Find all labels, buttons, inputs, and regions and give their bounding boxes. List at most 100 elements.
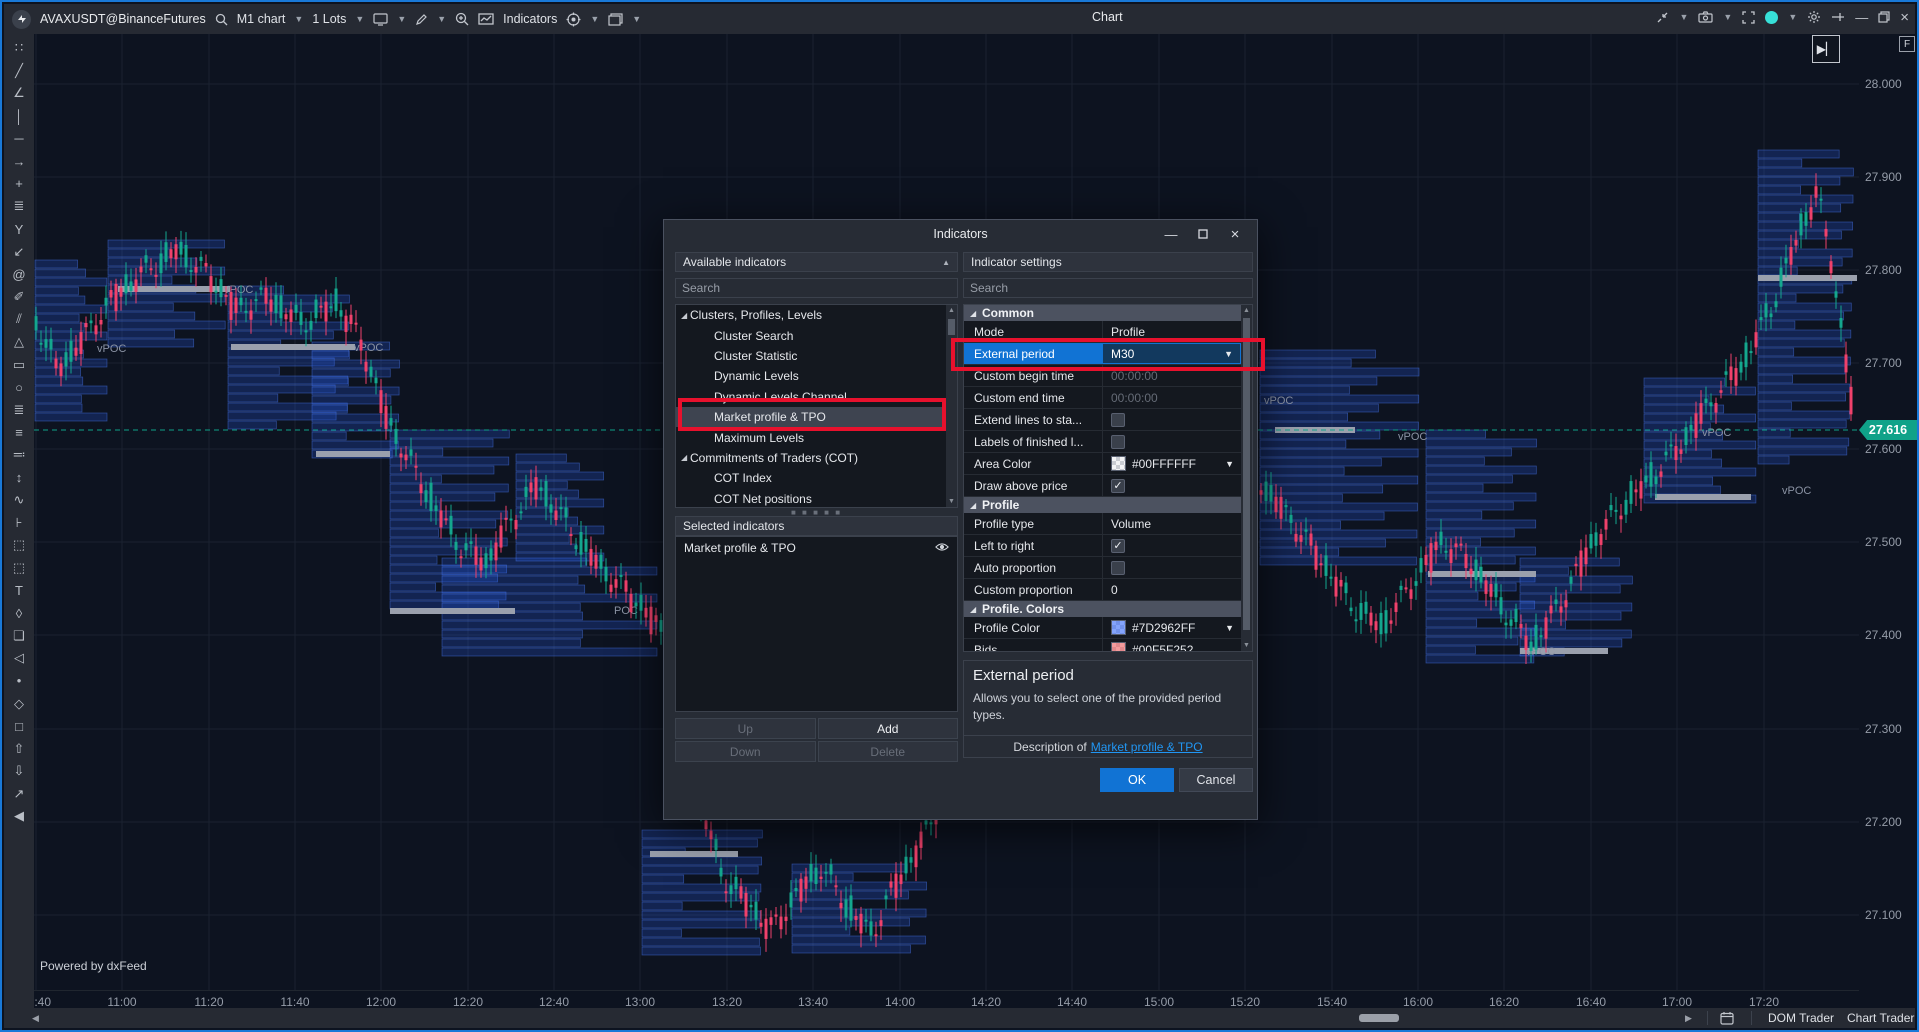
- templates-icon[interactable]: [373, 13, 388, 26]
- candle-updown-icon[interactable]: ↕: [6, 466, 32, 489]
- add-button[interactable]: Add: [818, 718, 959, 739]
- drawing-caret-icon[interactable]: ▼: [437, 14, 446, 24]
- tree-item-cot-index[interactable]: COT Index: [676, 468, 957, 488]
- close-window-icon[interactable]: ×: [1900, 9, 1909, 26]
- section-expander-icon[interactable]: ◢: [970, 309, 976, 318]
- collapse-toolbar-icon[interactable]: ◀: [6, 805, 32, 828]
- horizontal-line-icon[interactable]: ─: [6, 127, 32, 150]
- camera-icon[interactable]: [1698, 11, 1713, 23]
- tree-item-cluster-search[interactable]: Cluster Search: [676, 325, 957, 345]
- calendar-icon[interactable]: [1720, 1008, 1734, 1028]
- dom-trader-button[interactable]: DOM Trader: [1768, 1008, 1834, 1028]
- tree-expander-icon[interactable]: ◢: [681, 453, 687, 462]
- tree-item-maximum-levels[interactable]: Maximum Levels: [676, 427, 957, 447]
- setting-row-profile-type[interactable]: Profile typeVolume: [964, 513, 1241, 535]
- chart-trader-button[interactable]: Chart Trader: [1847, 1008, 1914, 1028]
- setting-value[interactable]: [1102, 557, 1241, 578]
- timeframe-selector[interactable]: M1 chart: [237, 12, 286, 26]
- symbol-selector[interactable]: AVAXUSDT@BinanceFutures: [40, 12, 206, 26]
- arrow-up-marker-icon[interactable]: ⇧: [6, 737, 32, 760]
- tree-expander-icon[interactable]: ◢: [681, 311, 687, 320]
- indicator-description-link[interactable]: Market profile & TPO: [1091, 740, 1203, 754]
- setting-row-left-to-right[interactable]: Left to right✓: [964, 535, 1241, 557]
- target-caret-icon[interactable]: ▼: [590, 14, 599, 24]
- panels-icon[interactable]: [608, 13, 623, 26]
- arrow-down-marker-icon[interactable]: ⇩: [6, 760, 32, 783]
- scroll-down-icon[interactable]: ▼: [946, 498, 957, 505]
- setting-value[interactable]: ✓: [1102, 475, 1241, 496]
- lots-caret-icon[interactable]: ▼: [355, 14, 364, 24]
- vertical-line-icon[interactable]: │: [6, 105, 32, 128]
- tree-item-market-profile-tpo[interactable]: Market profile & TPO: [676, 407, 957, 427]
- up-button[interactable]: Up: [675, 718, 816, 739]
- settings-scrollbar[interactable]: ▲ ▼: [1241, 305, 1252, 651]
- color-swatch[interactable]: [1111, 620, 1126, 635]
- color-swatch[interactable]: [1111, 642, 1126, 652]
- levels-tool-icon[interactable]: ≣: [6, 195, 32, 218]
- zoom-in-icon[interactable]: [455, 12, 469, 26]
- setting-row-custom-begin-time[interactable]: Custom begin time00:00:00: [964, 365, 1241, 387]
- setting-row-labels-of-finished-l-[interactable]: Labels of finished l...: [964, 431, 1241, 453]
- down-button[interactable]: Down: [675, 741, 816, 762]
- indicators-button[interactable]: Indicators: [503, 12, 557, 26]
- setting-value[interactable]: 00:00:00: [1102, 387, 1241, 408]
- checkbox-checked[interactable]: ✓: [1111, 479, 1125, 493]
- rectangle-tool-icon[interactable]: ▭: [6, 353, 32, 376]
- delete-button[interactable]: Delete: [818, 741, 959, 762]
- text-tool-icon[interactable]: T: [6, 579, 32, 602]
- dropdown-caret-icon[interactable]: ▼: [1225, 623, 1234, 633]
- pin-icon[interactable]: [1831, 11, 1845, 23]
- available-search-input[interactable]: Search: [675, 278, 958, 298]
- tree-item-dynamic-levels[interactable]: Dynamic Levels: [676, 366, 957, 386]
- checkbox-checked[interactable]: ✓: [1111, 539, 1125, 553]
- dialog-maximize-icon[interactable]: [1187, 222, 1219, 246]
- setting-value[interactable]: #7D2962FF▼: [1102, 617, 1241, 638]
- setting-value[interactable]: 00:00:00: [1102, 365, 1241, 386]
- trend-arrow-icon[interactable]: ↗: [6, 783, 32, 806]
- setting-row-area-color[interactable]: Area Color#00FFFFFF▼: [964, 453, 1241, 475]
- arrow-tool-icon[interactable]: →: [6, 150, 32, 173]
- scroll-up-icon[interactable]: ▲: [946, 307, 957, 314]
- tree-scroll-thumb[interactable]: [948, 319, 955, 335]
- search-icon[interactable]: [215, 13, 228, 26]
- dropdown-caret-icon[interactable]: ▼: [1224, 349, 1233, 359]
- triangle-tool-icon[interactable]: △: [6, 331, 32, 354]
- setting-value[interactable]: M30▼: [1102, 343, 1241, 364]
- shrink-caret-icon[interactable]: ▼: [1679, 12, 1688, 22]
- setting-row-custom-proportion[interactable]: Custom proportion0: [964, 579, 1241, 601]
- dialog-close-icon[interactable]: ×: [1219, 222, 1251, 246]
- diamond-marker-icon[interactable]: ◇: [6, 692, 32, 715]
- selected-indicators-header[interactable]: Selected indicators: [675, 516, 958, 536]
- tpo-profile-icon[interactable]: ≡: [6, 421, 32, 444]
- section-expander-icon[interactable]: ◢: [970, 605, 976, 614]
- price-axis-mode-badge[interactable]: F: [1899, 36, 1915, 52]
- tree-item-dynamic-levels-channel[interactable]: Dynamic Levels Channel: [676, 387, 957, 407]
- zigzag-tool-icon[interactable]: ∿: [6, 489, 32, 512]
- scrollbar-thumb[interactable]: [1359, 1014, 1399, 1022]
- settings-gear-icon[interactable]: [1807, 10, 1821, 24]
- right-profile-icon[interactable]: ≕: [6, 444, 32, 467]
- scroll-up-icon[interactable]: ▲: [1241, 307, 1252, 314]
- setting-row-bids[interactable]: Bids#00F5F252: [964, 639, 1241, 652]
- setting-row-custom-end-time[interactable]: Custom end time00:00:00: [964, 387, 1241, 409]
- ok-button[interactable]: OK: [1100, 768, 1174, 792]
- section-expander-icon[interactable]: ◢: [970, 501, 976, 510]
- eraser-icon[interactable]: ✐: [6, 286, 32, 309]
- settings-section-common[interactable]: ◢Common: [964, 305, 1241, 321]
- selected-indicator-row[interactable]: Market profile & TPO: [676, 537, 957, 559]
- arrow-down-left-icon[interactable]: ↙: [6, 240, 32, 263]
- shrink-icon[interactable]: [1656, 11, 1669, 24]
- drawing-pencil-icon[interactable]: [415, 13, 428, 26]
- checkbox[interactable]: [1111, 561, 1125, 575]
- settings-section-profile-colors[interactable]: ◢Profile. Colors: [964, 601, 1241, 617]
- setting-value[interactable]: #00F5F252: [1102, 639, 1241, 652]
- dotted-rect-icon[interactable]: ⬚: [6, 534, 32, 557]
- available-indicators-header[interactable]: Available indicators ▲: [675, 252, 958, 272]
- price-label-icon[interactable]: ◁: [6, 647, 32, 670]
- ruler-tool-icon[interactable]: ⊦: [6, 511, 32, 534]
- setting-row-auto-proportion[interactable]: Auto proportion: [964, 557, 1241, 579]
- pitchfork-icon[interactable]: Y: [6, 218, 32, 241]
- tree-item-cluster-statistic[interactable]: Cluster Statistic: [676, 346, 957, 366]
- square-marker-icon[interactable]: □: [6, 715, 32, 738]
- setting-value[interactable]: Volume: [1102, 513, 1241, 534]
